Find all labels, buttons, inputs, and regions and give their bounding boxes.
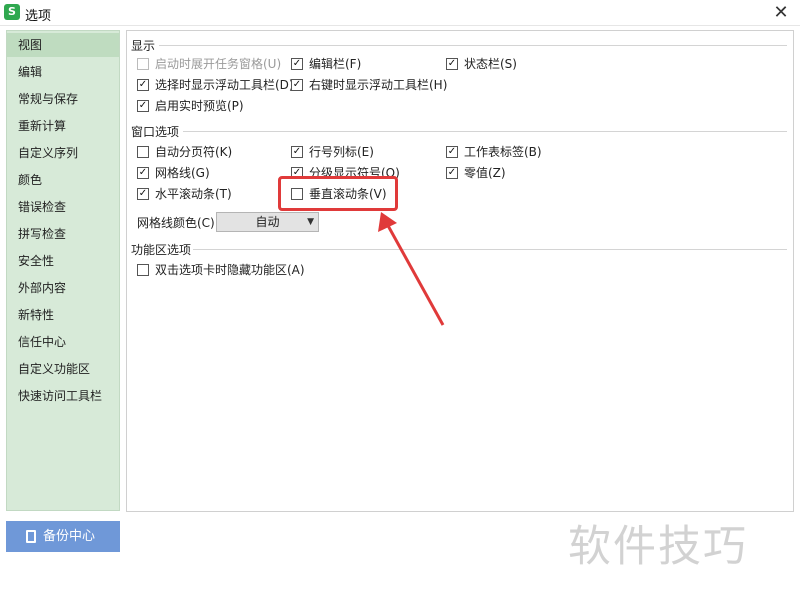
checkbox-label: 水平滚动条(T) bbox=[155, 187, 232, 201]
checkmark-icon: ✓ bbox=[291, 79, 303, 91]
backup-center-button[interactable]: 备份中心 bbox=[6, 521, 120, 552]
checkmark-icon: ✓ bbox=[137, 167, 149, 179]
checkbox-label: 状态栏(S) bbox=[464, 57, 517, 71]
sidebar-item-custom-lists[interactable]: 自定义序列 bbox=[7, 141, 119, 165]
sidebar-item-external-content[interactable]: 外部内容 bbox=[7, 276, 119, 300]
checkmark-icon: ✓ bbox=[291, 146, 303, 158]
checkbox-label: 双击选项卡时隐藏功能区(A) bbox=[155, 263, 305, 277]
checkbox-label: 启用实时预览(P) bbox=[155, 99, 244, 113]
checkbox-label: 编辑栏(F) bbox=[309, 57, 362, 71]
checkbox-label: 工作表标签(B) bbox=[464, 145, 542, 159]
dropdown-value: 自动 bbox=[255, 215, 280, 229]
close-icon: ✕ bbox=[773, 2, 789, 23]
checkbox-label: 右键时显示浮动工具栏(H) bbox=[309, 78, 448, 92]
sidebar-item-color[interactable]: 颜色 bbox=[7, 168, 119, 192]
sidebar-item-quick-access-toolbar[interactable]: 快速访问工具栏 bbox=[7, 384, 119, 408]
checkbox-box bbox=[137, 146, 149, 158]
checkmark-icon: ✓ bbox=[291, 58, 303, 70]
section-title-window-options: 窗口选项 bbox=[131, 125, 180, 139]
section-divider bbox=[159, 45, 787, 46]
section-title-display: 显示 bbox=[131, 39, 156, 53]
sidebar-item-spell-check[interactable]: 拼写检查 bbox=[7, 222, 119, 246]
checkbox-box bbox=[137, 58, 149, 70]
checkbox-label: 选择时显示浮动工具栏(D) bbox=[155, 78, 294, 92]
checkbox-label: 自动分页符(K) bbox=[155, 145, 233, 159]
sidebar-item-error-check[interactable]: 错误检查 bbox=[7, 195, 119, 219]
checkbox-label: 网格线(G) bbox=[155, 166, 210, 180]
gridline-color-dropdown[interactable]: 自动 ▼ bbox=[216, 212, 319, 232]
watermark-text: 软件技巧 bbox=[568, 522, 748, 572]
checkmark-icon: ✓ bbox=[137, 188, 149, 200]
checkbox-label: 零值(Z) bbox=[464, 166, 506, 180]
chevron-down-icon: ▼ bbox=[307, 217, 314, 227]
title-bar: S 选项 ✕ bbox=[0, 0, 800, 26]
window-title: 选项 bbox=[25, 9, 52, 24]
checkmark-icon: ✓ bbox=[137, 100, 149, 112]
annotation-highlight-box bbox=[278, 176, 398, 211]
sidebar-item-new-features[interactable]: 新特性 bbox=[7, 303, 119, 327]
sidebar-item-customize-ribbon[interactable]: 自定义功能区 bbox=[7, 357, 119, 381]
section-divider bbox=[183, 131, 787, 132]
options-panel: 显示 启动时展开任务窗格(U) ✓ 编辑栏(F) ✓ 状态栏(S) ✓ 选择时显… bbox=[126, 30, 794, 512]
sidebar: 视图 编辑 常规与保存 重新计算 自定义序列 颜色 错误检查 拼写检查 安全性 … bbox=[6, 30, 120, 511]
checkbox-box bbox=[137, 264, 149, 276]
sidebar-item-view[interactable]: 视图 bbox=[7, 33, 119, 57]
backup-center-label: 备份中心 bbox=[43, 529, 96, 544]
app-logo-icon: S bbox=[4, 4, 20, 20]
sidebar-item-security[interactable]: 安全性 bbox=[7, 249, 119, 273]
checkmark-icon: ✓ bbox=[446, 167, 458, 179]
checkmark-icon: ✓ bbox=[446, 146, 458, 158]
checkbox-label: 启动时展开任务窗格(U) bbox=[155, 57, 282, 71]
checkmark-icon: ✓ bbox=[137, 79, 149, 91]
sidebar-item-general-save[interactable]: 常规与保存 bbox=[7, 87, 119, 111]
sidebar-item-edit[interactable]: 编辑 bbox=[7, 60, 119, 84]
sidebar-item-trust-center[interactable]: 信任中心 bbox=[7, 330, 119, 354]
checkmark-icon: ✓ bbox=[446, 58, 458, 70]
sidebar-item-recalculate[interactable]: 重新计算 bbox=[7, 114, 119, 138]
section-divider bbox=[193, 249, 787, 250]
close-button[interactable]: ✕ bbox=[770, 2, 792, 24]
section-title-ribbon-options: 功能区选项 bbox=[131, 243, 192, 257]
backup-icon bbox=[26, 530, 36, 543]
checkbox-label: 行号列标(E) bbox=[309, 145, 374, 159]
gridline-color-label: 网格线颜色(C): bbox=[137, 216, 219, 230]
